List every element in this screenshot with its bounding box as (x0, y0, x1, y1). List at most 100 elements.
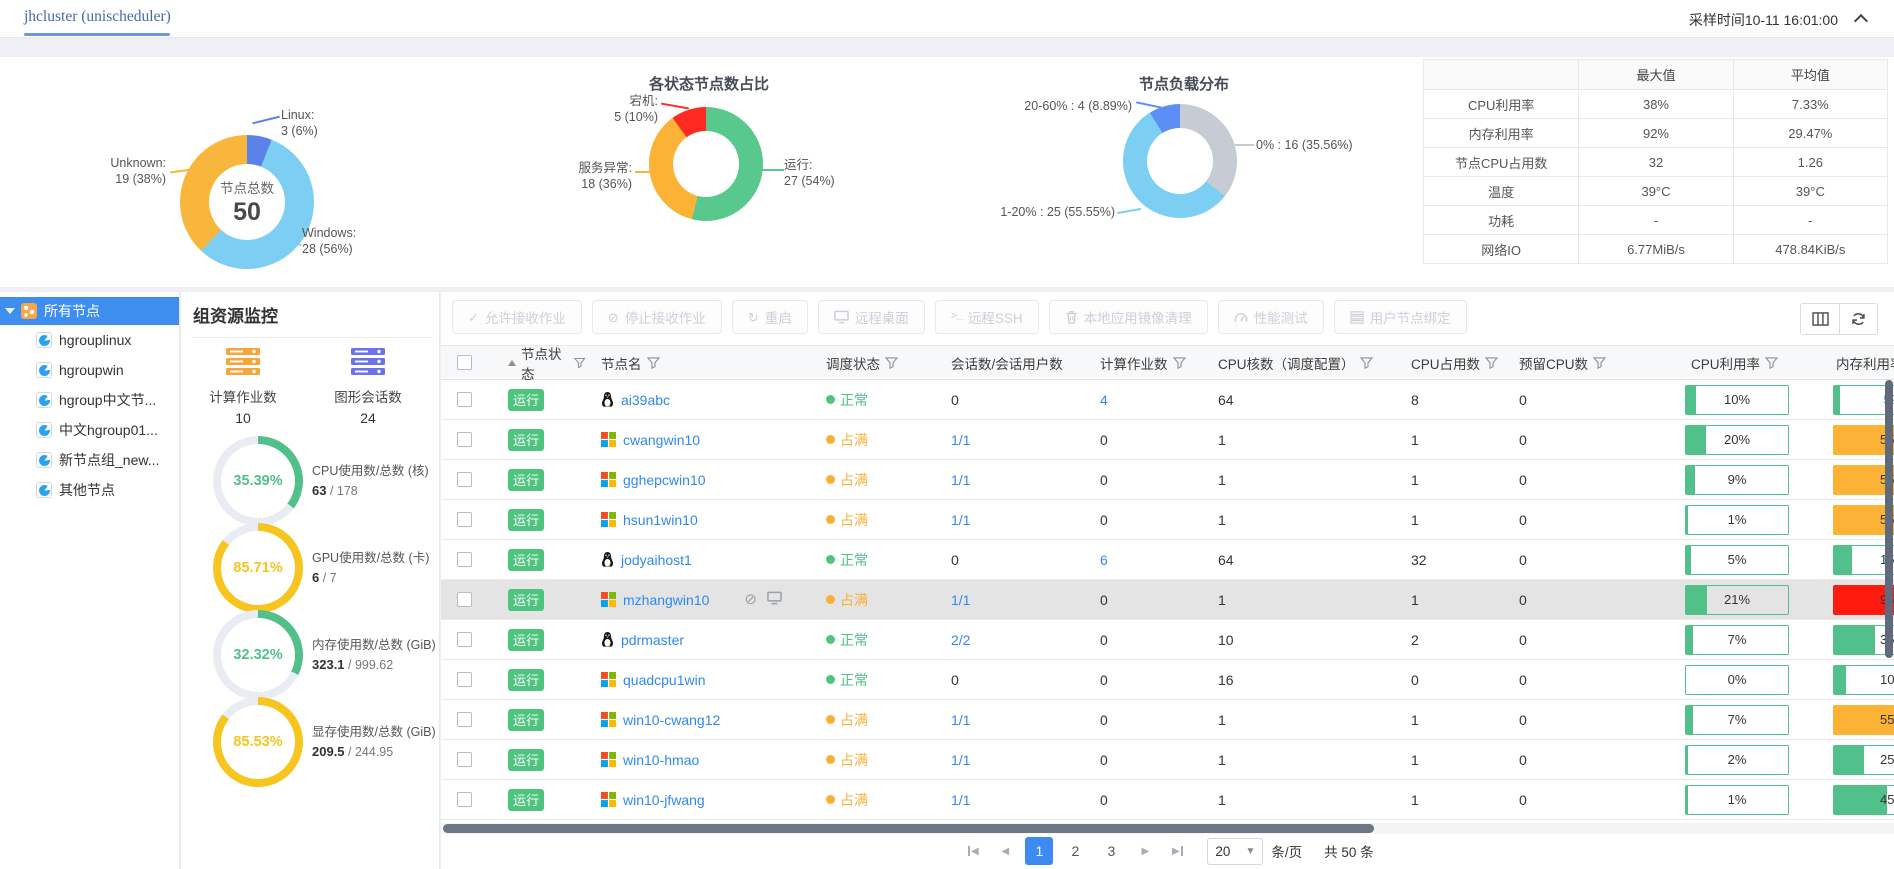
sidebar-item-xxxx_newxxx[interactable]: 新节点组_new... (0, 445, 179, 475)
page-number-3[interactable]: 3 (1097, 837, 1125, 865)
row-checkbox[interactable] (457, 552, 472, 567)
cores-value: 1 (1202, 712, 1395, 728)
filter-funnel-icon[interactable] (885, 357, 898, 369)
select-all-checkbox[interactable] (457, 355, 472, 370)
row-checkbox[interactable] (457, 432, 472, 447)
donut-label-linux: Linux:3 (6%) (281, 107, 318, 140)
node-name-link[interactable]: win10-cwang12 (623, 712, 720, 728)
sessions-value[interactable]: 1/1 (951, 792, 970, 808)
table-row[interactable]: 运行 win10-hmao 占满 1/1 0 1 1 0 2% 25% (441, 740, 1894, 780)
jobs-value[interactable]: 6 (1100, 552, 1108, 568)
table-row[interactable]: 运行 jodyaihost1 正常 0 6 64 32 0 5% 15% (441, 540, 1894, 580)
row-checkbox[interactable] (457, 712, 472, 727)
vertical-scrollbar-thumb[interactable] (1885, 380, 1893, 658)
node-name-link[interactable]: win10-jfwang (623, 792, 705, 808)
table-row[interactable]: 运行 hsun1win10 占满 1/1 0 1 1 0 1% 55% (441, 500, 1894, 540)
table-row[interactable]: 运行 win10-jfwang 占满 1/1 0 1 1 0 1% 45% (441, 780, 1894, 820)
node-name-link[interactable]: ai39abc (621, 392, 670, 408)
node-name-link[interactable]: gghepcwin10 (623, 472, 706, 488)
last-page-button[interactable]: ▶ (1165, 846, 1189, 857)
node-name-link[interactable]: mzhangwin10 (623, 592, 709, 608)
prev-page-button[interactable]: ◀ (993, 846, 1017, 857)
table-row[interactable]: 运行 gghepcwin10 占满 1/1 0 1 1 0 9% 55% (441, 460, 1894, 500)
filter-funnel-icon[interactable] (574, 357, 585, 369)
sessions-value[interactable]: 1/1 (951, 592, 970, 608)
page-size-unit: 条/页 (1271, 841, 1302, 861)
sessions-value[interactable]: 1/1 (951, 752, 970, 768)
row-checkbox[interactable] (457, 632, 472, 647)
horizontal-scrollbar[interactable] (441, 823, 1894, 834)
row-checkbox[interactable] (457, 472, 472, 487)
node-name-link[interactable]: pdrmaster (621, 632, 684, 648)
sessions-value[interactable]: 1/1 (951, 432, 970, 448)
table-row[interactable]: 运行 pdrmaster 正常 2/2 0 10 2 0 7% 35% (441, 620, 1894, 660)
node-name-link[interactable]: hsun1win10 (623, 512, 698, 528)
filter-funnel-icon[interactable] (1485, 357, 1498, 369)
filter-funnel-icon[interactable] (1360, 357, 1373, 369)
linux-os-icon (601, 392, 614, 408)
row-checkbox[interactable] (457, 392, 472, 407)
reserved-cpu-value: 0 (1503, 632, 1675, 648)
row-checkbox[interactable] (457, 512, 472, 527)
sidebar-item-xxhgroup01xxx[interactable]: 中文hgroup01... (0, 415, 179, 445)
page-number-2[interactable]: 2 (1061, 837, 1089, 865)
monitor-action-icon[interactable] (767, 591, 782, 608)
sidebar-item-hgroupxxxxxx[interactable]: hgroup中文节... (0, 385, 179, 415)
row-checkbox[interactable] (457, 592, 472, 607)
tree-expand-caret-icon[interactable] (5, 308, 15, 314)
sessions-value[interactable]: 1/1 (951, 512, 970, 528)
monitor-toolbar-button[interactable]: 远程桌面 (818, 300, 925, 334)
reserved-cpu-value: 0 (1503, 712, 1675, 728)
sidebar-item-hgroupwin[interactable]: hgroupwin (0, 355, 179, 385)
sessions-value[interactable]: 1/1 (951, 712, 970, 728)
table-row[interactable]: 运行 quadcpu1win 正常 0 0 16 0 0 0% 10% (441, 660, 1894, 700)
node-name-link[interactable]: cwangwin10 (623, 432, 700, 448)
gauge-toolbar-button[interactable]: 性能测试 (1218, 300, 1324, 334)
node-status-badge: 运行 (508, 389, 544, 411)
donut-label-abnormal: 服务异常:18 (36%) (520, 160, 632, 193)
ban-toolbar-button[interactable]: ⊘停止接收作业 (592, 300, 722, 334)
refresh-toolbar-button[interactable]: ↻重启 (732, 300, 808, 334)
sort-ascending-icon[interactable] (508, 360, 516, 366)
filter-funnel-icon[interactable] (1173, 357, 1186, 369)
horizontal-scrollbar-thumb[interactable] (443, 824, 1374, 833)
jobs-value[interactable]: 4 (1100, 392, 1108, 408)
first-page-button[interactable]: ◀ (961, 846, 985, 857)
page-size-select[interactable]: 20 ▼ (1207, 838, 1263, 865)
check-toolbar-button[interactable]: ✓允许接收作业 (452, 300, 582, 334)
reserved-cpu-value: 0 (1503, 792, 1675, 808)
node-name-link[interactable]: jodyaihost1 (621, 552, 692, 568)
table-row[interactable]: 运行 win10-cwang12 占满 1/1 0 1 1 0 7% 55% (441, 700, 1894, 740)
sessions-value[interactable]: 1/1 (951, 472, 970, 488)
overview-panel: 节点总数 50 Linux:3 (6%) Windows:28 (56%) Un… (0, 57, 1894, 287)
node-name-link[interactable]: quadcpu1win (623, 672, 706, 688)
table-row[interactable]: 运行 mzhangwin10 ⊘ 占满 1/1 0 1 1 0 21% 95% (441, 580, 1894, 620)
sync-view-button[interactable] (1839, 304, 1877, 334)
page-number-1[interactable]: 1 (1025, 837, 1053, 865)
filter-funnel-icon[interactable] (1765, 357, 1778, 369)
next-page-button[interactable]: ▶ (1133, 846, 1157, 857)
terminal-toolbar-button[interactable]: >_远程SSH (935, 300, 1039, 334)
row-checkbox[interactable] (457, 672, 472, 687)
sidebar-item-hgrouplinux[interactable]: hgrouplinux (0, 325, 179, 355)
stats-header-row: 最大值平均值 (1424, 60, 1887, 89)
filter-funnel-icon[interactable] (1593, 357, 1606, 369)
table-row[interactable]: 运行 cwangwin10 占满 1/1 0 1 1 0 20% 55% (441, 420, 1894, 460)
jobs-stack-icon (226, 348, 260, 375)
row-checkbox[interactable] (457, 792, 472, 807)
filter-funnel-icon[interactable] (647, 357, 660, 369)
sync-icon (1851, 312, 1866, 326)
sidebar-item-xxxx[interactable]: 其他节点 (0, 475, 179, 505)
collapse-panel-button[interactable] (1850, 10, 1872, 30)
table-row[interactable]: 运行 ai39abc 正常 0 4 64 8 0 10% 5% (441, 380, 1894, 420)
cluster-tab[interactable]: jhcluster (unischeduler) (24, 8, 171, 26)
vertical-scrollbar[interactable] (1885, 380, 1893, 820)
trash-toolbar-button[interactable]: 本地应用镜像清理 (1049, 300, 1208, 334)
ban-action-icon[interactable]: ⊘ (744, 592, 757, 607)
row-checkbox[interactable] (457, 752, 472, 767)
node-name-link[interactable]: win10-hmao (623, 752, 699, 768)
sessions-value[interactable]: 2/2 (951, 632, 970, 648)
server-toolbar-button[interactable]: 用户节点绑定 (1334, 300, 1467, 334)
sidebar-item-all-nodes[interactable]: 所有节点 (0, 297, 179, 325)
columns-view-button[interactable] (1801, 304, 1839, 334)
